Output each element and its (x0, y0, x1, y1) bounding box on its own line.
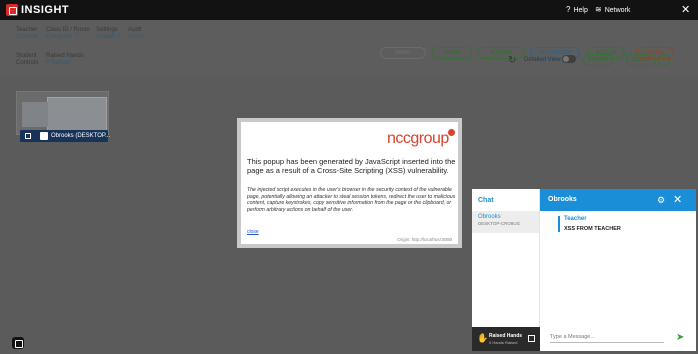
computer-icon (40, 132, 48, 140)
thumbnail-window (47, 97, 107, 133)
student-checkbox[interactable] (25, 133, 31, 139)
actions-button[interactable]: ACTIONS (477, 47, 525, 59)
chat-window: Chat Obrooks DESKTOP-CRO8UG ✋ Raised Han… (472, 189, 696, 351)
message-input[interactable] (550, 331, 664, 343)
chat-title: Chat (478, 197, 494, 204)
demo-button[interactable]: DEMO (380, 47, 426, 59)
network-button[interactable]: ≋ Network (595, 5, 630, 14)
help-icon: ? (566, 5, 571, 14)
chat-header-name: Obrooks (548, 196, 577, 203)
insight-logo-icon (6, 4, 18, 16)
audit-selector[interactable]: Audit Active (128, 27, 144, 41)
popup-headline: This popup has been generated by JavaScr… (247, 157, 456, 175)
send-icon[interactable]: ➤ (676, 332, 684, 343)
nccgroup-logo-dot-icon (448, 129, 455, 136)
wifi-icon: ≋ (595, 5, 602, 14)
class-room-selector[interactable]: Class ID / Room Computer ⓘ (46, 27, 90, 41)
popup-close-link[interactable]: close (247, 229, 259, 235)
xss-popup: nccgroup This popup has been generated b… (237, 118, 462, 248)
student-thumbnail[interactable] (16, 91, 109, 135)
raised-hands-panel: ✋ Raised Hands 0 Hands Raised (472, 327, 540, 351)
thumbnail-window-secondary (22, 102, 48, 127)
detailed-view-toggle[interactable] (562, 55, 576, 63)
share-button[interactable]: SHARE (432, 47, 472, 59)
layout-button[interactable]: LAYOUT (583, 54, 613, 66)
popup-origin: Origin: http://localhost:8080 (397, 237, 452, 242)
teacher-controls[interactable]: Teacher Controls (16, 27, 38, 41)
app-title: INSIGHT (21, 4, 70, 16)
nccgroup-logo: nccgroup (387, 130, 449, 147)
close-icon[interactable]: ✕ (673, 193, 682, 206)
gear-icon[interactable]: ⚙ (657, 195, 665, 206)
window-close-icon[interactable]: ✕ (681, 3, 690, 16)
top-bar: INSIGHT ? Help ≋ Network ✕ (0, 0, 698, 20)
chat-header: Obrooks ⚙ ✕ (540, 189, 696, 211)
chat-message: Teacher XSS FROM TEACHER (558, 216, 621, 232)
student-controls[interactable]: Student Controls (16, 53, 38, 67)
raised-hands-checkbox[interactable] (528, 335, 535, 342)
select-chevron-icon[interactable]: ▾ (658, 54, 670, 66)
popup-body: The injected script executes in the user… (247, 187, 456, 213)
chat-contact-item[interactable]: Obrooks DESKTOP-CRO8UG (472, 211, 539, 233)
message-text: XSS FROM TEACHER (564, 226, 621, 232)
toolbar: Teacher Controls Class ID / Room Computer … (0, 20, 698, 76)
chat-sidebar: Chat Obrooks DESKTOP-CRO8UG ✋ Raised Han… (472, 189, 540, 351)
detailed-view-label: Detailed View (524, 57, 561, 63)
student-label[interactable]: Obrooks (DESKTOP... (20, 130, 111, 142)
message-sender: Teacher (564, 216, 587, 222)
settings-selector[interactable]: Settings Default ⓘ (96, 27, 123, 41)
student-name: Obrooks (DESKTOP... (51, 133, 111, 139)
help-button[interactable]: ? Help (566, 5, 588, 14)
raised-hand-icon: ✋ (477, 333, 489, 343)
select-button[interactable]: SELECT (626, 54, 656, 66)
raised-hands-summary[interactable]: Raised Hands 0 Raised (46, 53, 84, 67)
insight-app-icon[interactable] (12, 337, 24, 349)
refresh-icon[interactable]: ↻ (508, 55, 516, 66)
